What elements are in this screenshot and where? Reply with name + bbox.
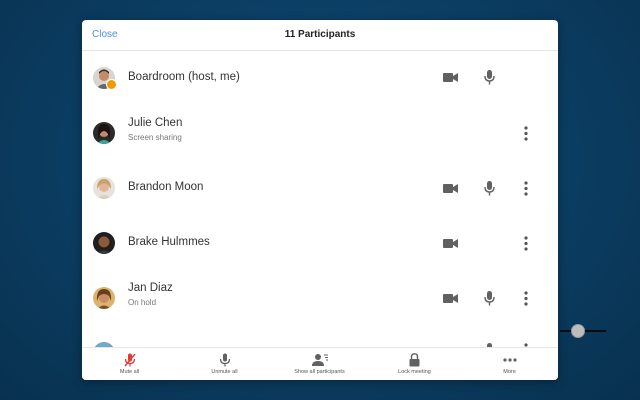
mute-all-button[interactable]: Mute all xyxy=(82,348,177,380)
more-label: More xyxy=(503,369,516,375)
participants-panel: Close 11 Participants Boardroom (host, m… xyxy=(82,20,558,380)
microphone-icon[interactable] xyxy=(484,181,495,196)
participant-status: On hold xyxy=(128,298,157,307)
camera-icon[interactable] xyxy=(443,293,458,304)
camera-icon[interactable] xyxy=(443,238,458,249)
lock-meeting-label: Lock meeting xyxy=(398,369,431,375)
participant-name: Brake Hulmmes xyxy=(128,236,210,248)
page-title: 11 Participants xyxy=(284,29,356,40)
more-button[interactable]: More xyxy=(462,348,557,380)
participant-status: Screen sharing xyxy=(128,133,182,142)
slider-handle[interactable] xyxy=(571,324,585,338)
participant-row[interactable]: Brandon Moon xyxy=(82,161,558,216)
camera-icon[interactable] xyxy=(443,72,458,83)
host-badge xyxy=(106,79,117,90)
unmute-all-button[interactable]: Unmute all xyxy=(177,348,272,380)
more-options-icon[interactable] xyxy=(524,181,528,196)
participant-list[interactable]: Boardroom (host, me) Julie Chen Screen s… xyxy=(82,51,558,347)
participant-row[interactable]: Jan Diaz On hold xyxy=(82,271,558,326)
microphone-icon[interactable] xyxy=(484,70,495,85)
camera-icon[interactable] xyxy=(443,183,458,194)
participant-row[interactable] xyxy=(82,326,558,347)
muted-microphone-icon xyxy=(82,353,177,367)
lock-icon xyxy=(367,353,462,367)
participant-name: Boardroom (host, me) xyxy=(128,71,240,83)
people-icon xyxy=(272,353,367,367)
action-toolbar: Mute all Unmute all Show all participant… xyxy=(82,347,558,380)
avatar xyxy=(93,287,115,309)
panel-header: Close 11 Participants xyxy=(82,20,558,51)
show-all-participants-label: Show all participants xyxy=(294,369,345,375)
avatar xyxy=(93,232,115,254)
participant-name: Jan Diaz xyxy=(128,282,173,294)
microphone-icon[interactable] xyxy=(484,291,495,306)
participant-row[interactable]: Brake Hulmmes xyxy=(82,216,558,271)
microphone-icon xyxy=(177,353,272,367)
participant-name: Brandon Moon xyxy=(128,181,204,193)
mute-all-label: Mute all xyxy=(119,369,140,375)
lock-meeting-button[interactable]: Lock meeting xyxy=(367,348,462,380)
participant-row[interactable]: Julie Chen Screen sharing xyxy=(82,106,558,161)
avatar xyxy=(93,122,115,144)
more-horizontal-icon xyxy=(462,353,557,367)
show-all-participants-button[interactable]: Show all participants xyxy=(272,348,367,380)
more-options-icon[interactable] xyxy=(524,126,528,141)
more-options-icon[interactable] xyxy=(524,291,528,306)
participant-name: Julie Chen xyxy=(128,117,183,129)
participant-row[interactable]: Boardroom (host, me) xyxy=(82,51,558,106)
avatar xyxy=(93,177,115,199)
more-options-icon[interactable] xyxy=(524,236,528,251)
unmute-all-label: Unmute all xyxy=(211,369,238,375)
